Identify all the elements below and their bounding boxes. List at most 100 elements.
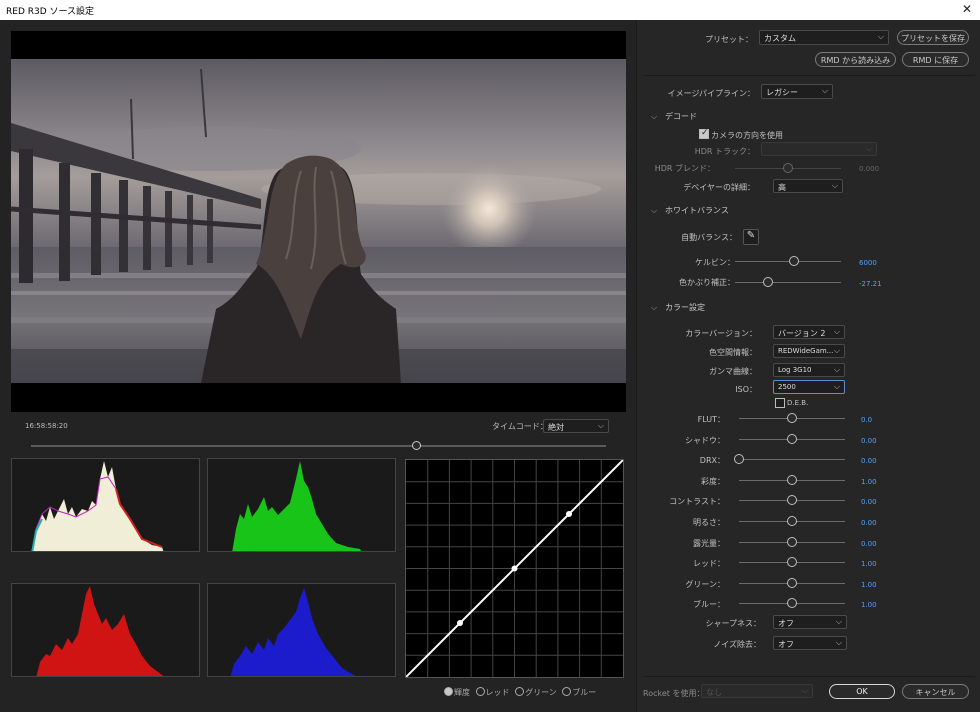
section-title: デコード [665, 112, 697, 121]
sharpness-select[interactable]: オフ ⌵ [773, 615, 847, 629]
color-slider-label: FLUT： [697, 415, 725, 424]
kelvin-slider[interactable] [735, 261, 841, 262]
color-slider-label: 明るさ： [693, 518, 725, 527]
ok-button[interactable]: OK [829, 684, 895, 699]
gamma-select[interactable]: Log 3G10 ⌵ [773, 363, 845, 377]
green-histogram [207, 458, 396, 552]
window-title: RED R3D ソース設定 [6, 7, 95, 17]
chevron-down-icon: ⌵ [831, 181, 838, 190]
color-slider-handle[interactable] [787, 434, 797, 444]
white-balance-section-header[interactable]: ⌵ ホワイトバランス [651, 205, 729, 216]
sharpness-value: オフ [778, 619, 794, 628]
color-slider-label: 露光量： [693, 539, 725, 548]
color-slider-value: 0.0 [861, 416, 873, 424]
iso-value: 2500 [778, 383, 796, 391]
timecode-mode-select[interactable]: 絶対 ⌵ [543, 419, 609, 433]
rocket-select[interactable]: なし ⌵ [701, 684, 813, 698]
hdr-track-label: HDR トラック： [694, 147, 755, 156]
chevron-down-icon: ⌵ [597, 421, 604, 430]
chevron-down-icon: ⌵ [821, 86, 828, 95]
deb-checkbox[interactable] [775, 398, 785, 408]
color-slider-label: ブルー： [693, 600, 725, 609]
curve-point-high[interactable] [566, 511, 572, 517]
video-frame [11, 59, 626, 383]
noise-label: ノイズ除去： [713, 640, 761, 649]
tint-handle[interactable] [762, 277, 773, 287]
color-slider-label: グリーン： [685, 580, 725, 589]
kelvin-label: ケルビン： [695, 258, 735, 267]
color-slider-handle[interactable] [787, 475, 797, 485]
title-bar: RED R3D ソース設定 ✕ [0, 0, 980, 20]
hdr-blend-handle[interactable] [783, 163, 793, 173]
eyedropper-icon[interactable]: ✎ [743, 229, 759, 245]
rmd-save-button[interactable]: RMD に保存 [902, 52, 969, 67]
color-slider-handle[interactable] [734, 454, 744, 464]
radio-dot [562, 687, 572, 696]
radio-label: グリーン [525, 688, 557, 697]
debayer-select[interactable]: 高 ⌵ [773, 179, 843, 193]
close-icon[interactable]: ✕ [962, 2, 972, 16]
decode-section-header[interactable]: ⌵ デコード [651, 111, 697, 122]
iso-select[interactable]: 2500 ⌵ [773, 380, 845, 394]
color-slider-value: 1.00 [861, 581, 877, 589]
timecode-label: タイムコード： [492, 422, 548, 431]
color-slider-handle[interactable] [787, 495, 797, 505]
camera-orientation-label: カメラの方向を使用 [711, 131, 783, 140]
tone-curve-plot [405, 459, 624, 678]
section-title: ホワイトバランス [665, 206, 729, 215]
radio-blue[interactable]: ブルー [562, 687, 596, 698]
color-slider-handle[interactable] [787, 537, 797, 547]
color-slider-handle[interactable] [787, 557, 797, 567]
settings-panel: プリセット： カスタム ⌵ プリセットを保存 RMD から読み込み RMD に保… [636, 20, 980, 712]
color-section-header[interactable]: ⌵ カラー設定 [651, 302, 705, 313]
radio-red[interactable]: レッド [475, 687, 510, 698]
rmd-load-button[interactable]: RMD から読み込み [815, 52, 896, 67]
curve-point-low[interactable] [457, 620, 463, 626]
video-preview [11, 31, 626, 412]
camera-orientation-checkbox[interactable] [699, 128, 709, 139]
tint-slider[interactable] [735, 282, 841, 283]
color-version-select[interactable]: バージョン 2 ⌵ [773, 325, 845, 339]
divider [643, 676, 975, 677]
hdr-track-select[interactable]: ⌵ [761, 142, 877, 156]
color-slider-handle[interactable] [787, 598, 797, 608]
cancel-button[interactable]: キャンセル [902, 684, 969, 699]
debayer-label: デベイヤーの詳細： [683, 183, 755, 192]
colorspace-select[interactable]: REDWideGam... ⌵ [773, 344, 845, 358]
curve-point-mid[interactable] [511, 565, 518, 572]
color-slider-handle[interactable] [787, 578, 797, 588]
preview-panel: 16:58:58:20 タイムコード： 絶対 ⌵ 輝度 レッド グリーン ブルー [0, 20, 636, 712]
luma-histogram [11, 458, 200, 552]
pipeline-select[interactable]: レガシー ⌵ [761, 84, 833, 99]
section-title: カラー設定 [665, 303, 705, 312]
tone-curve-editor[interactable] [405, 459, 624, 678]
timecode-mode-value: 絶対 [548, 423, 564, 432]
save-preset-button[interactable]: プリセットを保存 [897, 30, 969, 45]
color-slider-value: 1.00 [861, 478, 877, 486]
chevron-down-icon: ⌵ [877, 32, 884, 41]
radio-green[interactable]: グリーン [515, 687, 557, 698]
color-slider-handle[interactable] [787, 413, 797, 423]
noise-select[interactable]: オフ ⌵ [773, 636, 847, 650]
deb-label: D.E.B. [787, 399, 809, 407]
collapse-chevron-icon: ⌵ [651, 112, 658, 121]
color-slider-handle[interactable] [787, 516, 797, 526]
radio-luma[interactable]: 輝度 [444, 687, 470, 698]
kelvin-handle[interactable] [789, 256, 800, 266]
chevron-down-icon: ⌵ [865, 144, 872, 153]
preset-value: カスタム [764, 34, 796, 43]
colorspace-label: 色空間情報： [709, 348, 757, 357]
tint-label: 色かぶり補正： [679, 278, 735, 287]
chevron-down-icon: ⌵ [835, 617, 842, 626]
playhead-handle[interactable] [411, 441, 421, 450]
red-histogram-plot [36, 586, 164, 676]
color-slider-value: 1.00 [861, 601, 877, 609]
color-slider-track[interactable] [739, 459, 845, 460]
color-version-label: カラーバージョン： [685, 329, 757, 338]
preset-select[interactable]: カスタム ⌵ [759, 30, 889, 45]
red-histogram [11, 583, 200, 677]
rocket-label: Rocket を使用： [643, 689, 705, 698]
radio-dot [475, 687, 485, 696]
timeline-scrubber[interactable] [31, 445, 606, 447]
color-slider-value: 0.00 [861, 519, 877, 527]
